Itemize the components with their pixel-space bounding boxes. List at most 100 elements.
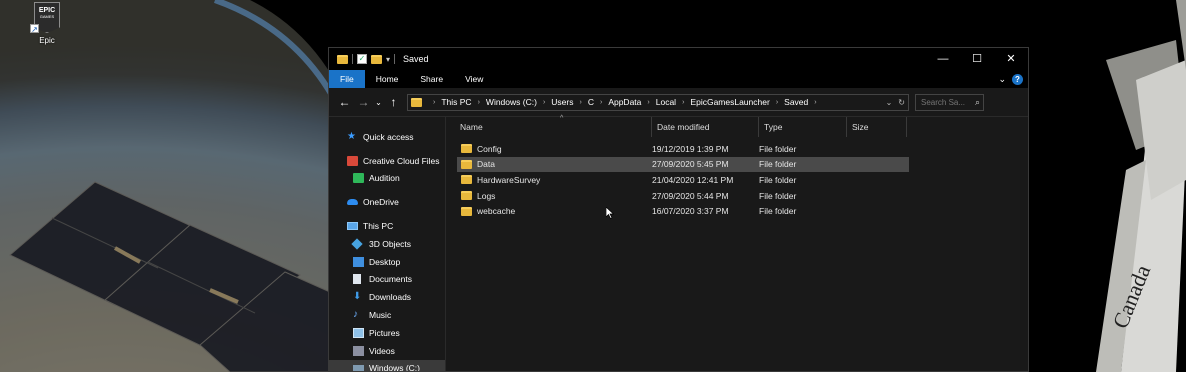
nav-item-audition[interactable]: Audition: [329, 170, 445, 188]
tab-share[interactable]: Share: [409, 70, 454, 88]
minimize-button[interactable]: —: [926, 48, 960, 70]
nav-item-desktop[interactable]: Desktop: [329, 253, 445, 271]
tab-home[interactable]: Home: [365, 70, 410, 88]
breadcrumb-separator[interactable]: ›: [682, 99, 684, 106]
breadcrumb-windows-c[interactable]: Windows (C:): [486, 97, 537, 107]
properties-icon[interactable]: ✓: [357, 54, 367, 64]
breadcrumb-separator[interactable]: ›: [776, 99, 778, 106]
tab-view[interactable]: View: [454, 70, 494, 88]
search-icon[interactable]: ⌕: [975, 97, 980, 108]
recent-locations-button[interactable]: ⌄: [373, 98, 384, 107]
tab-file[interactable]: File: [329, 70, 365, 88]
search-box[interactable]: ⌕: [915, 93, 984, 111]
help-icon[interactable]: ?: [1012, 73, 1023, 85]
nav-item-label: Documents: [369, 274, 412, 285]
breadcrumb-separator[interactable]: ›: [543, 99, 545, 106]
file-row[interactable]: Data 27/09/2020 5:45 PM File folder: [457, 156, 909, 173]
forward-button[interactable]: →: [354, 95, 373, 109]
back-button[interactable]: ←: [335, 95, 354, 109]
nav-item-music[interactable]: ♪ Music: [329, 306, 445, 324]
file-row[interactable]: HardwareSurvey 21/04/2020 12:41 PM File fo…: [457, 172, 909, 188]
explorer-body: ★ Quick access Creative Cloud Files Auditio…: [329, 115, 1028, 372]
nav-item-label: 3D Objects: [369, 238, 412, 249]
address-bar[interactable]: › This PC › Windows (C:) › Users › C › A…: [407, 93, 909, 111]
nav-item-onedrive[interactable]: OneDrive: [329, 193, 445, 211]
nav-item-creative-cloud[interactable]: Creative Cloud Files: [329, 152, 445, 170]
nav-item-label: OneDrive: [363, 197, 399, 208]
nav-item-videos[interactable]: Videos: [329, 342, 445, 360]
breadcrumb-local[interactable]: Local: [656, 97, 676, 107]
nav-item-this-pc[interactable]: This PC: [329, 217, 445, 235]
nav-item-star[interactable]: ★ Quick access: [329, 128, 445, 146]
breadcrumb-separator[interactable]: ›: [814, 99, 816, 106]
breadcrumb-this-pc[interactable]: This PC: [441, 97, 471, 107]
file-date: 27/09/2020 5:45 PM: [652, 159, 729, 170]
nav-item-pictures[interactable]: Pictures: [329, 324, 445, 342]
column-divider[interactable]: [906, 117, 907, 137]
nav-item-documents[interactable]: Documents: [329, 271, 445, 289]
folder-icon: [461, 191, 472, 201]
column-size[interactable]: Size: [847, 117, 907, 137]
new-folder-icon[interactable]: [371, 54, 382, 64]
expand-ribbon-icon[interactable]: ⌄: [998, 74, 1006, 85]
mouse-cursor-icon: [606, 207, 614, 219]
nav-item-label: Quick access: [363, 131, 414, 142]
nav-item-label: Videos: [369, 345, 395, 356]
toolbar-divider: [394, 54, 396, 64]
nav-item-label: Windows (C:): [369, 363, 421, 372]
nav-item-label: This PC: [363, 221, 394, 232]
column-date-modified[interactable]: Date modified: [652, 117, 759, 137]
file-type: File folder: [759, 190, 797, 201]
breadcrumb-separator[interactable]: ›: [647, 99, 649, 106]
pictures-icon: [353, 327, 364, 338]
file-row[interactable]: Logs 27/09/2020 5:44 PM File folder: [457, 188, 909, 204]
file-row[interactable]: Config 19/12/2019 1:39 PM File folder: [457, 141, 909, 157]
file-name-cell: Logs: [457, 191, 649, 201]
breadcrumb-separator[interactable]: ›: [433, 99, 435, 106]
file-list: ^ Name Date modified Type Size Config 19/: [446, 115, 1028, 371]
nav-item-label: Downloads: [369, 292, 412, 303]
column-name[interactable]: ^ Name: [460, 115, 652, 137]
breadcrumb-epicgameslauncher[interactable]: EpicGamesLauncher: [690, 97, 769, 107]
file-name-cell: HardwareSurvey: [457, 175, 649, 185]
documents-icon: [353, 274, 361, 285]
breadcrumb-saved[interactable]: Saved: [784, 97, 808, 107]
breadcrumb-c[interactable]: C: [588, 97, 594, 107]
search-input[interactable]: [921, 97, 973, 107]
close-button[interactable]: ✕: [994, 48, 1028, 70]
epic-games-desktop-shortcut[interactable]: EPIC GAMES ↗ Epic: [27, 2, 67, 45]
file-rows: Config 19/12/2019 1:39 PM File folder Data 2…: [446, 141, 1028, 219]
file-name: HardwareSurvey: [477, 174, 541, 185]
file-row[interactable]: webcache 16/07/2020 3:37 PM File folder: [457, 203, 909, 219]
file-name-cell: Data: [457, 159, 649, 169]
nav-item-drive[interactable]: Windows (C:): [329, 359, 445, 372]
breadcrumb-users[interactable]: Users: [551, 97, 573, 107]
breadcrumb-separator[interactable]: ›: [600, 99, 602, 106]
nav-item-3d-objects[interactable]: 3D Objects: [329, 235, 445, 253]
quick-access-toolbar: ✓ ▾: [337, 54, 396, 64]
file-date: 19/12/2019 1:39 PM: [652, 143, 729, 154]
file-date: 21/04/2020 12:41 PM: [652, 174, 734, 185]
nav-item-label: Pictures: [369, 327, 400, 338]
up-button[interactable]: ↑: [384, 95, 403, 109]
refresh-icon[interactable]: ↻: [898, 98, 905, 107]
nav-item-downloads[interactable]: ⬇ Downloads: [329, 288, 445, 306]
folder-icon: [461, 159, 472, 169]
file-name: Logs: [477, 190, 496, 201]
breadcrumb-separator[interactable]: ›: [478, 99, 480, 106]
file-type: File folder: [759, 143, 797, 154]
nav-item-label: Music: [369, 310, 392, 321]
address-history-dropdown-icon[interactable]: ⌄: [886, 98, 893, 107]
folder-icon: [337, 54, 348, 64]
maximize-button[interactable]: ☐: [960, 48, 994, 70]
title-bar[interactable]: ✓ ▾ Saved — ☐ ✕: [329, 48, 1028, 70]
music-icon: ♪: [353, 309, 358, 321]
navigation-bar: ← → ⌄ ↑ › This PC › Windows (C:) › Users…: [329, 88, 1028, 116]
sort-indicator-icon: ^: [560, 115, 564, 122]
breadcrumb-separator[interactable]: ›: [579, 99, 581, 106]
column-name-label: Name: [460, 122, 483, 132]
column-type[interactable]: Type: [759, 117, 847, 137]
customize-toolbar-icon[interactable]: ▾: [386, 55, 390, 64]
file-date: 27/09/2020 5:44 PM: [652, 190, 729, 201]
breadcrumb-appdata[interactable]: AppData: [608, 97, 641, 107]
